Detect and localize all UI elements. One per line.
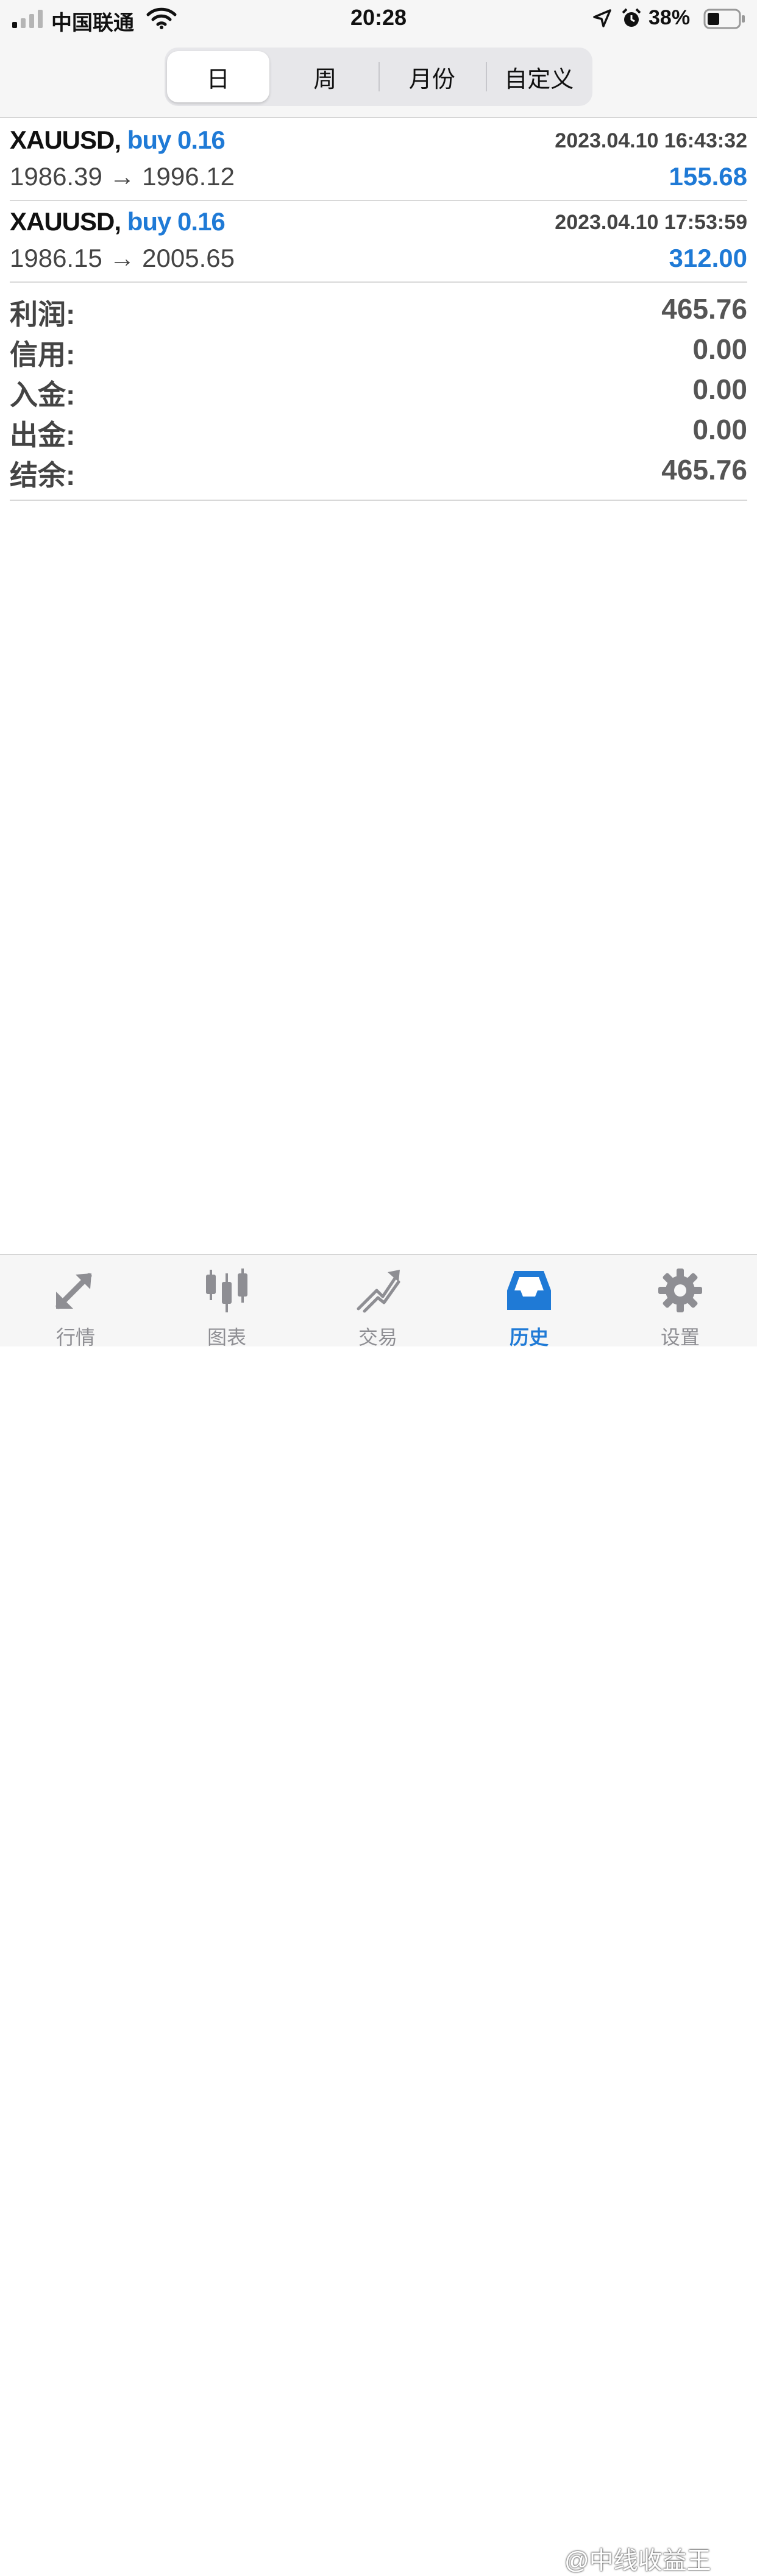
tab-charts[interactable]: 图表 <box>151 1255 302 1348</box>
trade-profit: 312.00 <box>669 244 747 272</box>
history-inbox-icon <box>507 1271 551 1310</box>
battery-percent: 38% <box>649 6 691 29</box>
trade-prices: 1986.39 → 1996.12 <box>10 162 235 191</box>
segment-week[interactable]: 周 <box>274 51 377 102</box>
tab-label: 设置 <box>660 1326 700 1348</box>
tab-settings[interactable]: 设置 <box>605 1255 756 1348</box>
summary-balance: 结余: 465.76 <box>10 450 747 491</box>
candlestick-chart-icon <box>206 1269 247 1312</box>
trade-row[interactable]: XAUUSD, buy 0.16 2023.04.10 17:53:59 198… <box>10 200 747 283</box>
trade-time: 2023.04.10 16:43:32 <box>555 129 747 152</box>
summary-value: 0.00 <box>692 414 747 445</box>
summary-label: 利润: <box>10 299 76 330</box>
trade-symbol: XAUUSD, buy 0.16 <box>10 126 226 155</box>
tab-quotes[interactable]: 行情 <box>0 1255 151 1348</box>
segment-custom[interactable]: 自定义 <box>485 51 591 102</box>
trade-trend-icon <box>357 1270 400 1313</box>
summary-credit: 信用: 0.00 <box>10 329 747 370</box>
summary-value: 465.76 <box>661 454 747 486</box>
trade-prices: 1986.15 → 2005.65 <box>10 244 235 272</box>
status-bar: 中国联通 20:28 38% <box>0 0 757 39</box>
summary-value: 0.00 <box>692 373 747 405</box>
summary-withdrawal: 出金: 0.00 <box>10 409 747 451</box>
trade-profit: 155.68 <box>669 162 747 191</box>
trade-row[interactable]: XAUUSD, buy 0.16 2023.04.10 16:43:32 198… <box>10 118 747 201</box>
summary-label: 信用: <box>10 339 76 370</box>
history-header: 日 周 月份 自定义 <box>0 39 757 118</box>
tab-history[interactable]: 历史 <box>453 1255 605 1348</box>
period-segmented-control: 日 周 月份 自定义 <box>165 48 592 106</box>
clock: 20:28 <box>350 5 407 30</box>
watermark: @中线收益王 <box>564 2547 711 2574</box>
summary-value: 465.76 <box>661 293 747 325</box>
alarm-icon <box>622 8 641 27</box>
segment-month[interactable]: 月份 <box>378 51 483 102</box>
symbol-name: XAUUSD, <box>10 207 121 236</box>
summary-value: 0.00 <box>692 333 747 365</box>
trade-time: 2023.04.10 17:53:59 <box>555 211 747 234</box>
battery-icon <box>703 9 745 29</box>
tab-trade[interactable]: 交易 <box>302 1255 453 1348</box>
tab-label: 行情 <box>55 1326 95 1348</box>
tab-bar: 行情 图表 交易 历史 设置 @中线收益王 <box>0 1254 757 2574</box>
gear-icon <box>658 1269 702 1312</box>
trade-direction: buy 0.16 <box>127 207 226 236</box>
tab-label: 交易 <box>358 1326 397 1348</box>
trade-symbol: XAUUSD, buy 0.16 <box>10 207 226 236</box>
summary-label: 出金: <box>10 419 76 451</box>
account-summary: 利润: 465.76 信用: 0.00 入金: 0.00 出金: 0.00 结余… <box>10 289 747 501</box>
summary-label: 结余: <box>10 459 76 491</box>
quotes-arrows-icon <box>55 1273 92 1309</box>
trade-direction: buy 0.16 <box>127 126 226 154</box>
summary-profit: 利润: 465.76 <box>10 289 747 330</box>
tab-label: 图表 <box>207 1326 246 1348</box>
location-arrow-icon <box>593 9 611 27</box>
summary-deposit: 入金: 0.00 <box>10 369 747 411</box>
tab-label: 历史 <box>509 1326 549 1348</box>
symbol-name: XAUUSD, <box>10 126 121 154</box>
summary-label: 入金: <box>10 379 76 411</box>
segment-day[interactable]: 日 <box>167 51 269 102</box>
